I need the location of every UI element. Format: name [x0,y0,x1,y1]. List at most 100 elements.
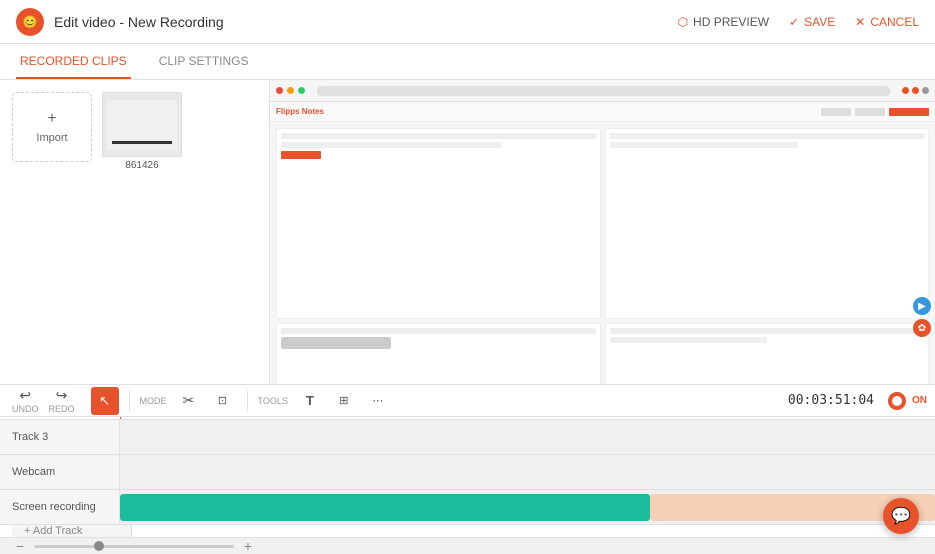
save-button[interactable]: ✓ SAVE [789,15,835,29]
redo-icon: ↪ [56,387,68,404]
zoom-bar: − + [0,538,935,554]
more-tools-button[interactable]: ⋯ [364,387,392,415]
tab-recorded-clips[interactable]: RECORDED CLIPS [16,44,131,79]
track-3-content [120,420,935,454]
undo-label: UNDO [12,404,39,414]
undo-redo-group: ↩ UNDO ↪ REDO [8,385,79,416]
track-3-label: Track 3 [0,420,120,454]
time-display: 00:03:51:04 [788,393,874,408]
preview-card-row-2 [281,142,501,148]
save-label: SAVE [804,15,835,29]
record-on-badge: ON [912,395,927,406]
preview-card-1 [276,128,601,319]
header-right: ⬡ HD PREVIEW ✓ SAVE ✕ CANCEL [678,15,919,29]
tabs-bar: RECORDED CLIPS CLIP SETTINGS [0,44,935,80]
tools-label: TOOLS [258,396,288,406]
preview-card-row-1 [281,133,596,139]
select-tool-button[interactable]: ↖ [91,387,119,415]
preview-nav-tab-2 [855,108,885,116]
import-label: Import [36,132,67,144]
logo-icon: 😊 [23,15,38,29]
preview-browser-bar [270,80,935,102]
toolbar-separator-1 [129,391,130,411]
import-button[interactable]: + Import [12,92,92,162]
cancel-icon: ✕ [855,15,865,29]
header-left: 😊 Edit video - New Recording [16,8,224,36]
bottom-section: ↩ UNDO ↪ REDO ↖ MODE ✂ ⊡ TOOLS T ⊞ ⋯ 00:… [0,384,935,554]
record-icon [888,392,906,410]
hd-preview-button[interactable]: ⬡ HD PREVIEW [678,15,770,29]
playhead [120,417,121,419]
preview-app-bar: Flipps Notes [270,102,935,122]
save-icon: ✓ [789,15,799,29]
cancel-button[interactable]: ✕ CANCEL [855,15,919,29]
preview-card-row-5 [281,328,596,334]
transform-tool-button[interactable]: ⊡ [209,387,237,415]
browser-close-dot [276,87,283,94]
header: 😊 Edit video - New Recording ⬡ HD PREVIE… [0,0,935,44]
record-inner-dot [892,396,902,406]
webcam-track-row: Webcam [0,455,935,490]
hd-preview-label: HD PREVIEW [693,15,769,29]
toolbar: ↩ UNDO ↪ REDO ↖ MODE ✂ ⊡ TOOLS T ⊞ ⋯ 00:… [0,384,935,417]
import-plus-icon: + [47,110,56,128]
preview-app-name: Flipps Notes [276,107,324,116]
browser-minimize-dot [287,87,294,94]
hd-icon: ⬡ [678,15,688,29]
track-3-row: Track 3 [0,420,935,455]
browser-url-bar [317,86,890,96]
screen-recording-track-label: Screen recording [0,490,120,524]
cancel-label: CANCEL [870,15,919,29]
preview-card-btn-1 [281,151,321,159]
preview-card-2 [605,128,930,319]
overlay-btn-blue[interactable]: ▶ [913,297,931,315]
clip-image [102,92,182,157]
add-track-label: + Add Track [24,525,82,537]
browser-maximize-dot [298,87,305,94]
add-track-row: + Add Track [0,525,935,538]
browser-action-dot-1 [902,87,909,94]
webcam-track-label: Webcam [0,455,120,489]
preview-card-row-7 [610,337,767,343]
chat-icon: 💬 [891,506,911,526]
preview-card-row-3 [610,133,925,139]
toolbar-separator-2 [247,391,248,411]
preview-nav-tab-active [889,108,929,116]
sticker-tool-button[interactable]: ⊞ [330,387,358,415]
header-title: Edit video - New Recording [54,14,224,30]
preview-card-row-4 [610,142,799,148]
clips-grid: + Import 861426 [12,92,257,171]
tracks-container: Track 3 Webcam Screen recording [0,420,935,525]
redo-button[interactable]: ↪ REDO [45,385,79,416]
screen-recording-clip-teal[interactable] [120,494,650,521]
overlay-btn-orange[interactable]: ✿ [913,319,931,337]
preview-overlay-buttons: ▶ ✿ [913,297,931,337]
undo-icon: ↩ [19,387,31,404]
clip-label: 861426 [125,160,158,171]
clip-bar [112,141,172,144]
preview-nav-tab-1 [821,108,851,116]
clip-thumbnail[interactable]: 861426 [102,92,182,171]
zoom-slider-thumb[interactable] [94,541,104,551]
tab-clip-settings[interactable]: CLIP SETTINGS [155,44,253,79]
text-tool-button[interactable]: T [296,387,324,415]
app-logo: 😊 [16,8,44,36]
preview-card-row-6 [610,328,925,334]
record-indicator: ON [888,392,927,410]
zoom-slider-track[interactable] [34,545,234,548]
undo-button[interactable]: ↩ UNDO [8,385,43,416]
screen-recording-track-row: Screen recording [0,490,935,525]
cut-tool-button[interactable]: ✂ [175,387,203,415]
chat-button[interactable]: 💬 [883,498,919,534]
add-track-button[interactable]: + Add Track [12,525,132,537]
zoom-in-button[interactable]: + [240,538,256,554]
screen-recording-track-content [120,490,935,524]
redo-label: REDO [49,404,75,414]
zoom-out-button[interactable]: − [12,538,28,554]
clip-inner [107,100,177,150]
mode-label: MODE [140,396,167,406]
preview-card-badge [281,337,391,349]
browser-action-dot-2 [912,87,919,94]
browser-action-dot-3 [922,87,929,94]
webcam-track-content [120,455,935,489]
